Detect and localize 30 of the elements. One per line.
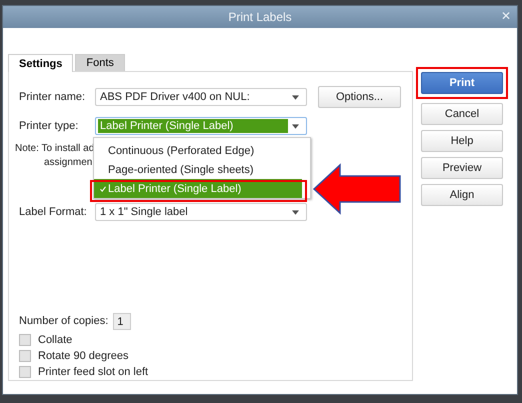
dialog-button[interactable]: Cancel: [421, 103, 503, 125]
copies-field[interactable]: 1: [113, 312, 132, 330]
checkbox[interactable]: [19, 350, 31, 362]
checkbox-label: Rotate 90 degrees: [38, 350, 129, 362]
field-label: Number of copies:: [19, 315, 108, 327]
caret-icon: [292, 124, 299, 128]
caret-icon: [292, 94, 299, 100]
field-label: Printer type:: [19, 120, 80, 132]
dropdown-item[interactable]: Continuous (Perforated Edge): [94, 141, 310, 160]
check-icon: [100, 186, 106, 192]
dialog-button[interactable]: Align: [421, 184, 503, 206]
checkbox[interactable]: [19, 366, 31, 378]
print-button[interactable]: Print: [421, 72, 503, 94]
note-text: assignmen: [44, 156, 92, 170]
arrow-icon: [312, 163, 402, 215]
tab[interactable]: Fonts: [75, 54, 125, 71]
dialog-button[interactable]: Help: [421, 130, 503, 152]
window-title: Print Labels: [228, 10, 292, 24]
tab[interactable]: Settings: [8, 54, 74, 72]
dropdown-item[interactable]: Page-oriented (Single sheets): [94, 160, 310, 179]
options-button[interactable]: Options...: [318, 86, 401, 108]
dropdown-field[interactable]: 1 x 1" Single label: [95, 203, 307, 221]
checkbox[interactable]: [19, 334, 31, 346]
field-label: Label Format:: [19, 206, 88, 218]
dialog-button[interactable]: Preview: [421, 157, 503, 179]
field-label: Printer name:: [19, 91, 86, 103]
checkbox-label: Printer feed slot on left: [38, 366, 148, 378]
checkbox-label: Collate: [38, 334, 72, 346]
dropdown-field[interactable]: ABS PDF Driver v400 on NUL:: [95, 88, 307, 106]
caret-icon: [292, 210, 299, 214]
